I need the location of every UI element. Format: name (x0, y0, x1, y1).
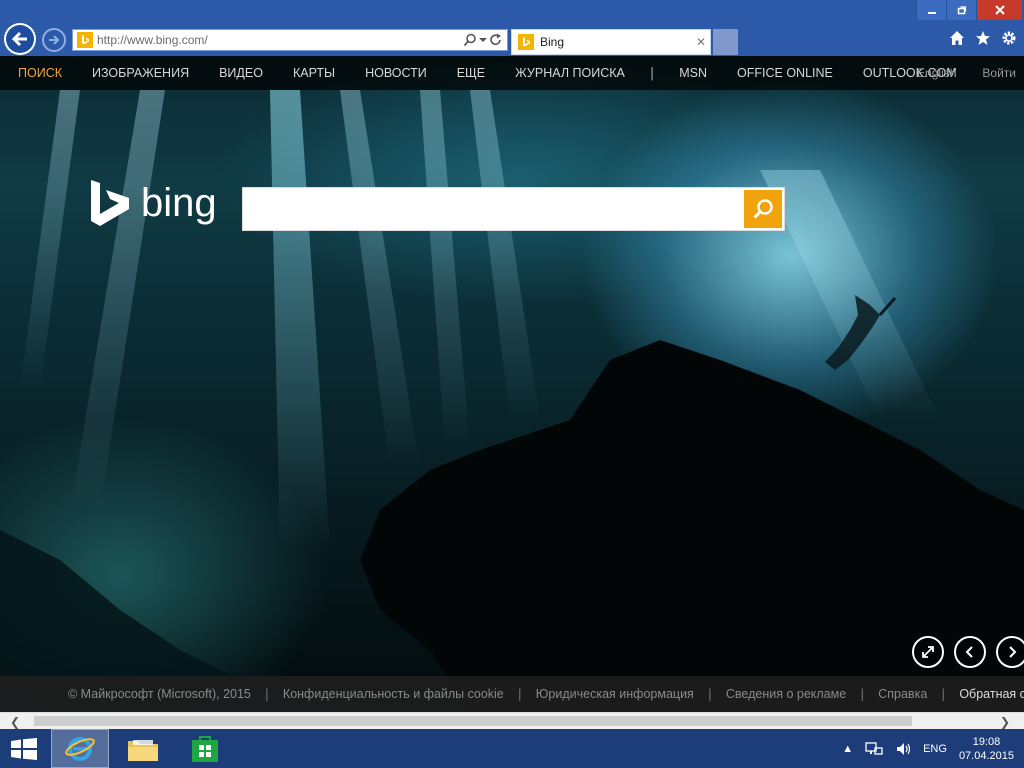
screen: http://www.bing.com/ Bing ✕ ПОИСК ИЗОБРА… (0, 0, 1024, 768)
tab-title: Bing (540, 35, 565, 49)
store-icon (192, 735, 218, 762)
nav-images[interactable]: ИЗОБРАЖЕНИЯ (77, 66, 204, 80)
footer-link-privacy[interactable]: Конфиденциальность и файлы cookie (269, 687, 518, 701)
signin-link[interactable]: Войти (964, 66, 1024, 80)
home-icon[interactable] (948, 29, 966, 47)
nav-maps[interactable]: КАРТЫ (278, 66, 350, 80)
store-taskbar-button[interactable] (176, 729, 234, 768)
bing-footer: © Майкрософт (Microsoft), 2015 | Конфиде… (0, 676, 1024, 712)
restore-button[interactable] (946, 0, 976, 20)
previous-image-button[interactable] (954, 636, 986, 668)
bing-favicon-icon (77, 32, 93, 48)
internet-explorer-taskbar-button[interactable] (51, 729, 109, 768)
expand-image-button[interactable] (912, 636, 944, 668)
browser-chrome: http://www.bing.com/ Bing ✕ (0, 0, 1024, 56)
hero-controls (912, 636, 1024, 668)
forward-button[interactable] (42, 28, 66, 52)
search-icon[interactable] (463, 33, 477, 47)
language-link[interactable]: English (899, 66, 964, 80)
system-tray: ▲ ENG 19:08 07.04.2015 (842, 729, 1014, 768)
scroll-right-icon[interactable]: ❯ (1000, 715, 1010, 729)
show-hidden-icons-icon[interactable]: ▲ (842, 743, 853, 755)
close-button[interactable] (976, 0, 1022, 20)
search-icon (753, 199, 773, 219)
tab-close-icon[interactable]: ✕ (692, 35, 710, 49)
windows-logo-icon (11, 738, 37, 760)
clock[interactable]: 19:08 07.04.2015 (959, 735, 1014, 763)
tab-bing[interactable]: Bing ✕ (511, 29, 711, 55)
clock-time: 19:08 (972, 735, 1001, 748)
chevron-right-icon (1009, 646, 1017, 658)
window-controls (916, 0, 1022, 20)
horizontal-scrollbar[interactable]: ❮ ❯ (0, 712, 1024, 729)
network-icon[interactable] (865, 741, 883, 757)
taskbar: ▲ ENG 19:08 07.04.2015 (0, 729, 1024, 768)
bing-favicon-icon (518, 34, 534, 50)
footer-link-feedback[interactable]: Обратная связь (945, 687, 1024, 701)
bing-logo: bing (89, 178, 217, 228)
search-input[interactable] (243, 188, 745, 230)
nav-search-history[interactable]: ЖУРНАЛ ПОИСКА (500, 66, 640, 80)
clock-date: 07.04.2015 (958, 749, 1014, 762)
file-explorer-taskbar-button[interactable] (114, 729, 172, 768)
dropdown-arrow-icon[interactable] (479, 36, 487, 44)
back-button[interactable] (4, 23, 36, 55)
minimize-button[interactable] (916, 0, 946, 20)
folder-icon (128, 739, 158, 761)
new-tab-button[interactable] (713, 29, 738, 55)
nav-video[interactable]: ВИДЕО (204, 66, 278, 80)
nav-msn[interactable]: MSN (664, 66, 722, 80)
search-box (242, 187, 785, 231)
nav-search[interactable]: ПОИСК (0, 66, 77, 80)
nav-news[interactable]: НОВОСТИ (350, 66, 442, 80)
bing-logo-icon (91, 180, 129, 226)
bing-logo-text: bing (141, 181, 217, 225)
settings-gear-icon[interactable] (1000, 29, 1018, 47)
bing-top-nav: ПОИСК ИЗОБРАЖЕНИЯ ВИДЕО КАРТЫ НОВОСТИ ЕЩ… (0, 56, 1024, 90)
nav-separator: | (649, 65, 655, 81)
scrollbar-thumb[interactable] (34, 716, 912, 726)
back-arrow-icon (11, 31, 27, 47)
footer-link-ads[interactable]: Сведения о рекламе (712, 687, 860, 701)
search-button[interactable] (744, 190, 782, 228)
bing-page: ПОИСК ИЗОБРАЖЕНИЯ ВИДЕО КАРТЫ НОВОСТИ ЕЩ… (0, 56, 1024, 712)
next-image-button[interactable] (996, 636, 1024, 668)
scroll-left-icon[interactable]: ❮ (10, 715, 20, 729)
nav-office-online[interactable]: OFFICE ONLINE (722, 66, 848, 80)
close-icon (994, 5, 1005, 15)
forward-arrow-icon (49, 35, 60, 45)
nav-more[interactable]: ЕЩЕ (442, 66, 500, 80)
internet-explorer-icon (65, 736, 95, 761)
input-language-indicator[interactable]: ENG (923, 743, 947, 755)
minimize-icon (927, 12, 936, 14)
footer-link-legal[interactable]: Юридическая информация (522, 687, 708, 701)
footer-copyright: © Майкрософт (Microsoft), 2015 (68, 687, 251, 701)
chevron-left-icon (965, 646, 973, 658)
favorites-star-icon[interactable] (974, 29, 992, 47)
refresh-icon[interactable] (489, 33, 503, 47)
expand-icon (922, 646, 934, 658)
volume-icon[interactable] (895, 741, 911, 757)
address-bar[interactable]: http://www.bing.com/ (72, 29, 508, 51)
start-button[interactable] (8, 736, 40, 762)
url-text[interactable]: http://www.bing.com/ (97, 33, 463, 47)
footer-link-help[interactable]: Справка (864, 687, 941, 701)
restore-icon (957, 6, 966, 15)
